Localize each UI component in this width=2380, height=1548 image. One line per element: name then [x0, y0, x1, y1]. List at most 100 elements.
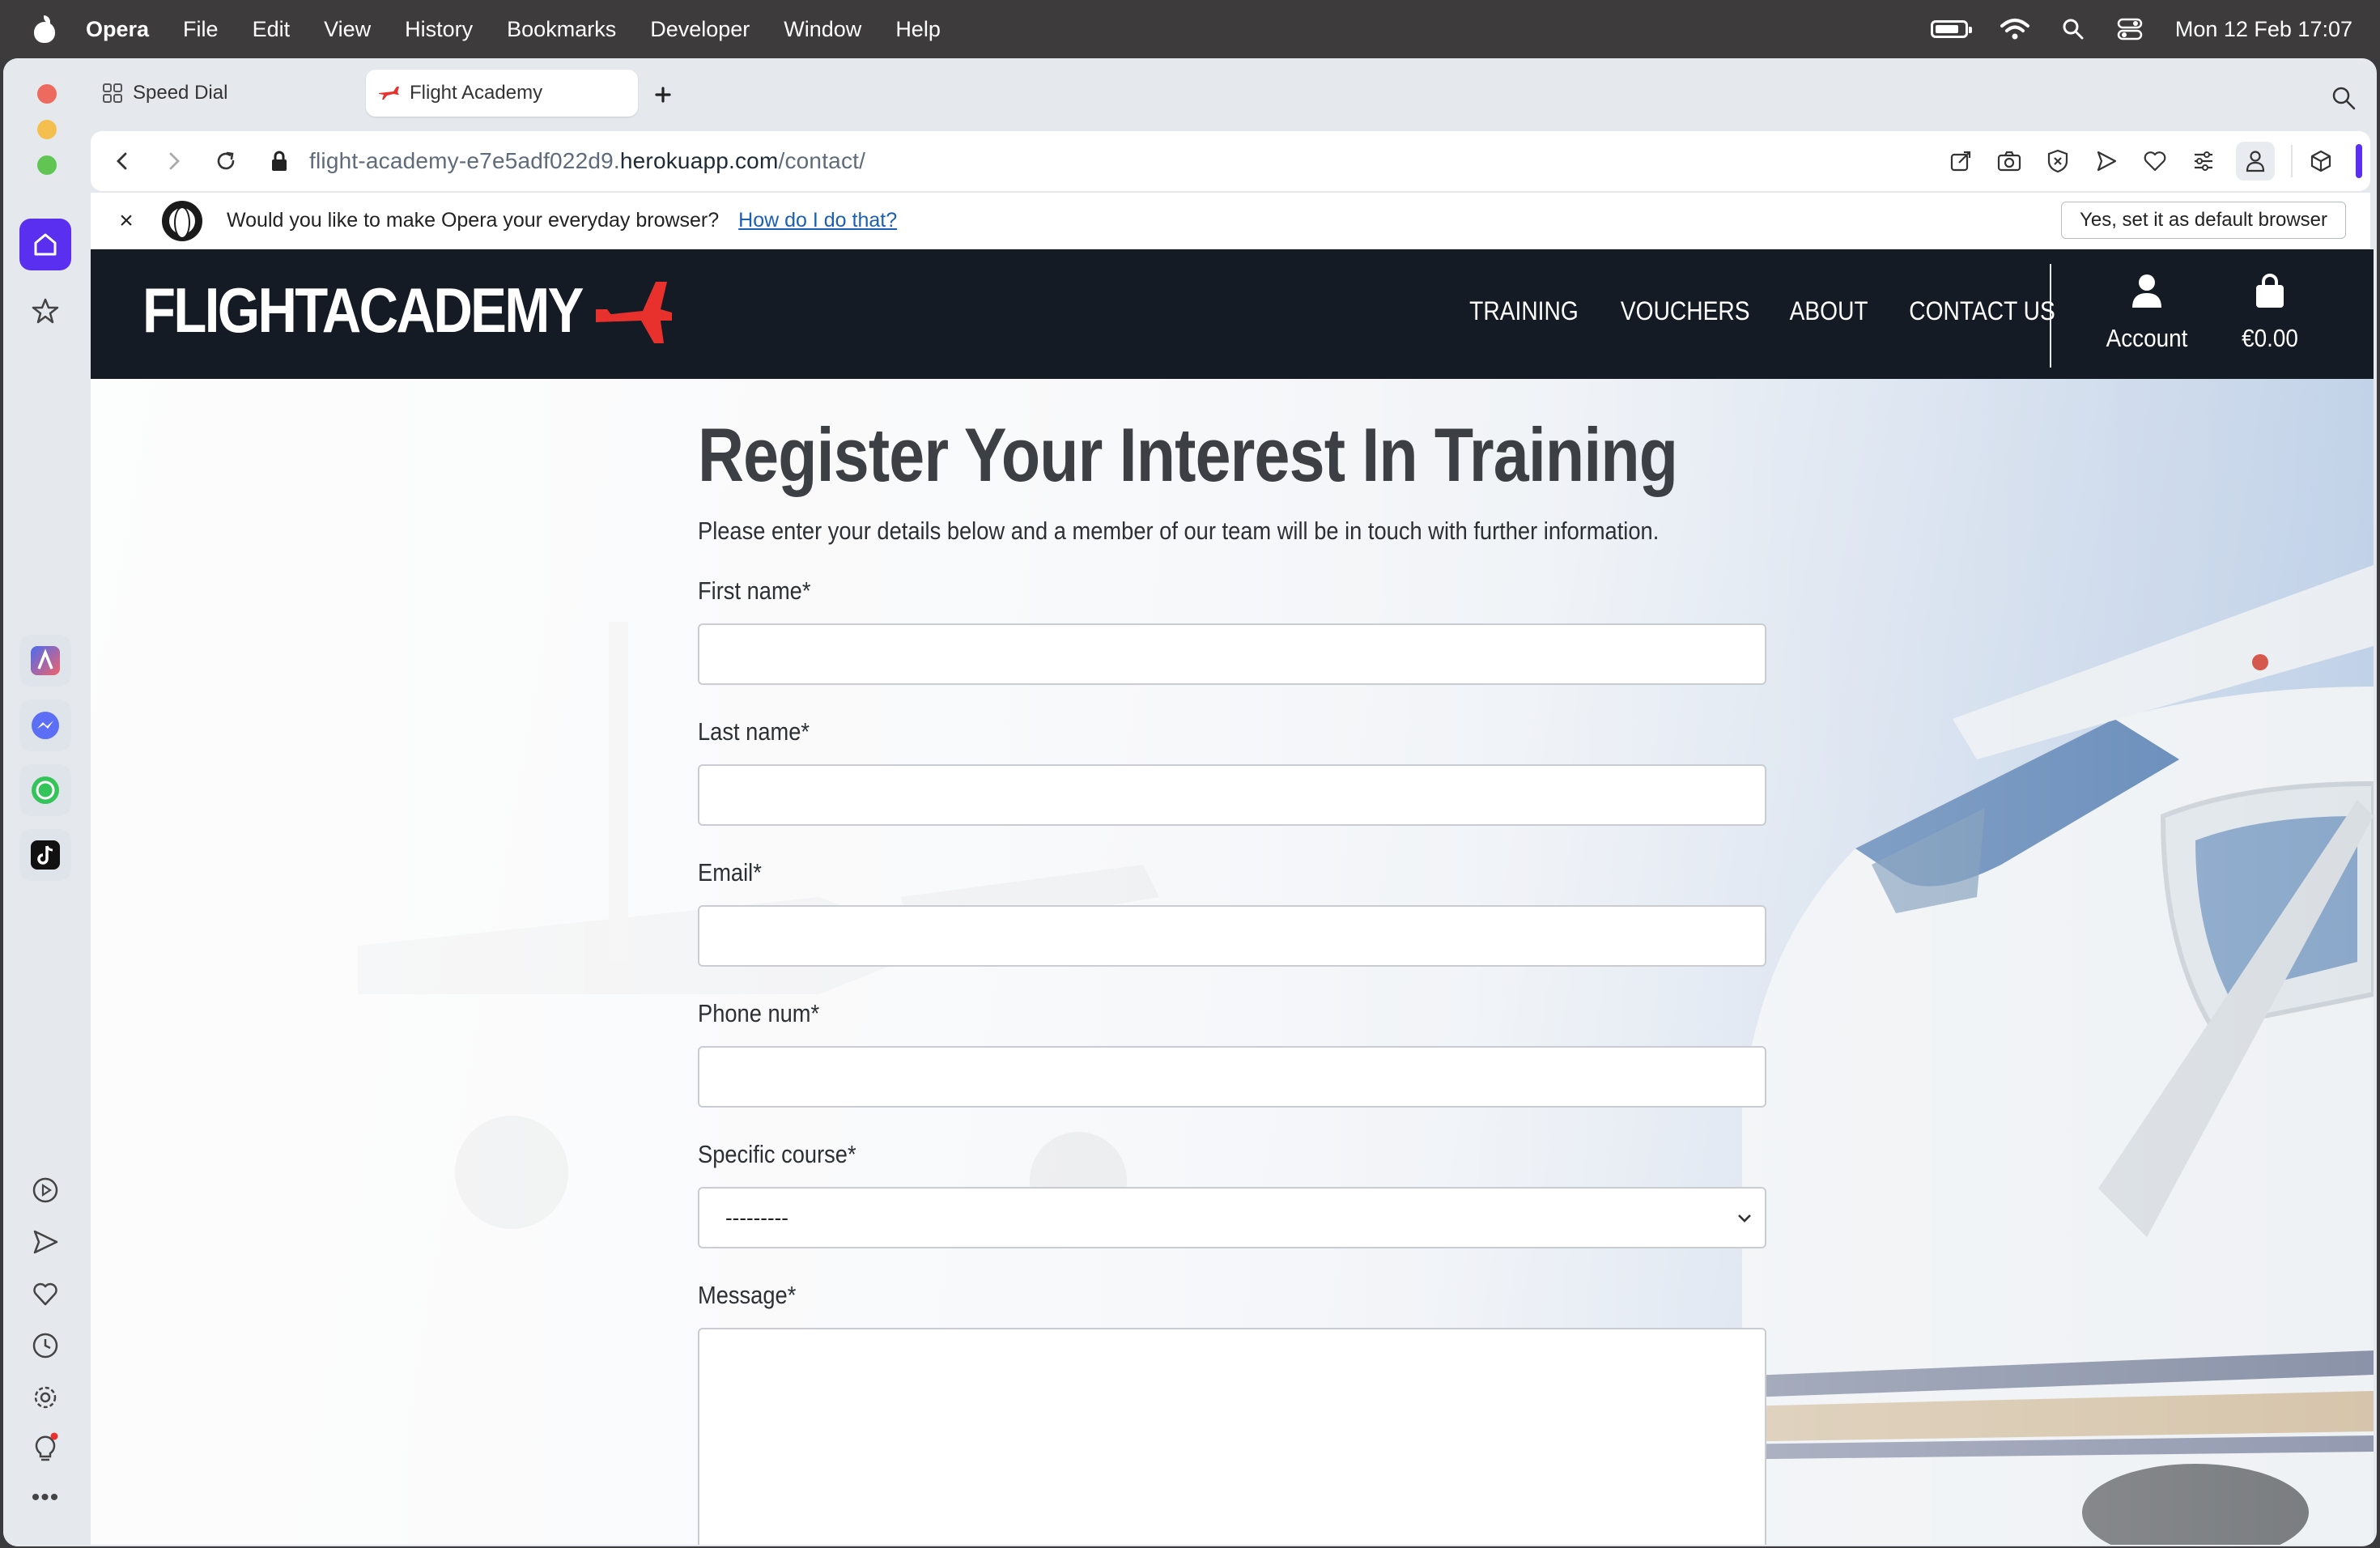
profile-button[interactable] — [2236, 142, 2275, 181]
phone-input[interactable] — [698, 1046, 1766, 1108]
menubar-clock[interactable]: Mon 12 Feb 17:07 — [2175, 17, 2352, 42]
new-tab-button[interactable] — [649, 81, 677, 108]
course-selected-value: --------- — [725, 1205, 788, 1230]
window-minimize-button[interactable] — [37, 120, 57, 139]
infobar-close-button[interactable]: × — [112, 207, 141, 235]
tab-speed-dial[interactable]: Speed Dial — [91, 70, 350, 117]
menu-view[interactable]: View — [324, 17, 371, 42]
sidebar-panel-indicator[interactable] — [2356, 144, 2362, 178]
snapshot-button[interactable] — [1993, 145, 2025, 177]
nav-contact-us[interactable]: CONTACT US — [1910, 296, 2055, 326]
default-browser-infobar: × Would you like to make Opera your ever… — [91, 193, 2370, 249]
easy-setup-button[interactable] — [2187, 145, 2220, 177]
lock-icon[interactable] — [270, 150, 288, 172]
field-course: Specific course* --------- — [698, 1140, 1766, 1248]
gear-icon — [34, 1386, 57, 1409]
message-label: Message* — [698, 1281, 797, 1309]
nav-about[interactable]: ABOUT — [1790, 296, 1868, 326]
account-label: Account — [2106, 324, 2188, 352]
tiktok-icon — [31, 840, 60, 870]
share-button[interactable] — [1944, 145, 1977, 177]
set-default-browser-button[interactable]: Yes, set it as default browser — [2061, 202, 2346, 239]
basket-link[interactable]: €0.00 — [2221, 274, 2318, 353]
plane-favicon — [379, 87, 399, 100]
pinboard-button[interactable] — [2139, 145, 2171, 177]
tab-label: Flight Academy — [410, 82, 543, 104]
menu-history[interactable]: History — [405, 17, 473, 42]
plus-icon — [655, 87, 671, 103]
user-icon — [2132, 274, 2161, 308]
first-name-input[interactable] — [698, 623, 1766, 685]
address-bar: flight-academy-e7e5adf022d9.herokuapp.co… — [91, 131, 2370, 191]
web-page: FLIGHTACADEMY TRAINING VOUCHERS ABOUT CO… — [91, 249, 2374, 1545]
menu-developer[interactable]: Developer — [650, 17, 750, 42]
last-name-input[interactable] — [698, 764, 1766, 826]
sidebar-settings-button[interactable] — [31, 1383, 60, 1412]
url-path: /contact/ — [778, 148, 866, 173]
plane-logo-icon[interactable] — [593, 274, 674, 347]
window-zoom-button[interactable] — [37, 155, 57, 175]
battery-icon[interactable] — [1930, 20, 1972, 38]
course-select[interactable]: --------- — [698, 1187, 1766, 1248]
apple-icon[interactable] — [32, 15, 57, 43]
sidebar-tiktok-button[interactable] — [19, 829, 71, 881]
window-close-button[interactable] — [37, 84, 57, 104]
sidebar-history-button[interactable] — [31, 1331, 60, 1360]
site-logo[interactable]: FLIGHTACADEMY — [142, 274, 584, 347]
adblock-button[interactable] — [2042, 145, 2074, 177]
flow-button[interactable] — [2090, 145, 2123, 177]
nav-training[interactable]: TRAINING — [1469, 296, 1579, 326]
send-icon — [33, 1230, 58, 1254]
sidebar-home-button[interactable] — [19, 219, 71, 270]
search-icon — [2332, 87, 2356, 110]
heart-icon — [2144, 151, 2166, 172]
chevron-left-icon — [117, 152, 127, 170]
form-title: Register Your Interest In Training — [698, 412, 1678, 497]
send-icon — [2097, 151, 2117, 172]
course-label: Specific course* — [698, 1140, 856, 1168]
account-link[interactable]: Account — [2098, 274, 2195, 353]
back-button[interactable] — [102, 141, 142, 181]
nav-vouchers[interactable]: VOUCHERS — [1621, 296, 1750, 326]
menu-app-name[interactable]: Opera — [86, 17, 149, 42]
sidebar-flow-button[interactable] — [31, 1227, 60, 1257]
speed-dial-icon — [103, 83, 122, 103]
reload-icon — [217, 151, 235, 170]
spotlight-search-icon[interactable] — [2062, 18, 2085, 40]
field-last-name: Last name* — [698, 717, 1766, 826]
wifi-icon[interactable] — [2000, 18, 2029, 40]
infobar-help-link[interactable]: How do I do that? — [738, 209, 897, 232]
field-email: Email* — [698, 858, 1766, 967]
sidebar-player-button[interactable] — [31, 1176, 60, 1205]
menu-edit[interactable]: Edit — [253, 17, 291, 42]
extensions-button[interactable] — [2291, 145, 2340, 177]
sidebar-messenger-button[interactable] — [19, 700, 71, 751]
sidebar-more-icon[interactable]: ••• — [31, 1483, 60, 1512]
infobar-message: Would you like to make Opera your everyd… — [227, 209, 720, 232]
tab-search-button[interactable] — [2331, 86, 2356, 114]
browser-window: ••• Speed Dial Flight Academy flight-aca — [3, 58, 2377, 1546]
forward-button[interactable] — [154, 141, 194, 181]
site-header: FLIGHTACADEMY TRAINING VOUCHERS ABOUT CO… — [91, 249, 2374, 379]
opera-logo-icon — [162, 200, 202, 241]
sidebar-pinboards-button[interactable] — [31, 1279, 60, 1308]
reload-button[interactable] — [206, 141, 246, 181]
email-input[interactable] — [698, 905, 1766, 967]
tab-flight-academy[interactable]: Flight Academy — [366, 70, 638, 117]
menu-window[interactable]: Window — [784, 17, 861, 42]
aria-icon — [31, 646, 60, 675]
field-message: Message* — [698, 1281, 1766, 1545]
opera-sidebar: ••• — [3, 58, 91, 1546]
url-field[interactable]: flight-academy-e7e5adf022d9.herokuapp.co… — [309, 148, 865, 174]
message-textarea[interactable] — [698, 1328, 1766, 1545]
sidebar-aria-button[interactable] — [19, 635, 71, 687]
main-nav: TRAINING VOUCHERS ABOUT CONTACT US — [1462, 296, 2066, 326]
menu-file[interactable]: File — [183, 17, 219, 42]
menu-bookmarks[interactable]: Bookmarks — [507, 17, 616, 42]
sidebar-whatsapp-button[interactable] — [19, 764, 71, 816]
menu-help[interactable]: Help — [895, 17, 941, 42]
sidebar-bookmarks-button[interactable] — [31, 296, 60, 325]
sidebar-tips-button[interactable] — [31, 1432, 60, 1462]
control-center-icon[interactable] — [2117, 18, 2143, 40]
header-divider — [2050, 264, 2051, 368]
